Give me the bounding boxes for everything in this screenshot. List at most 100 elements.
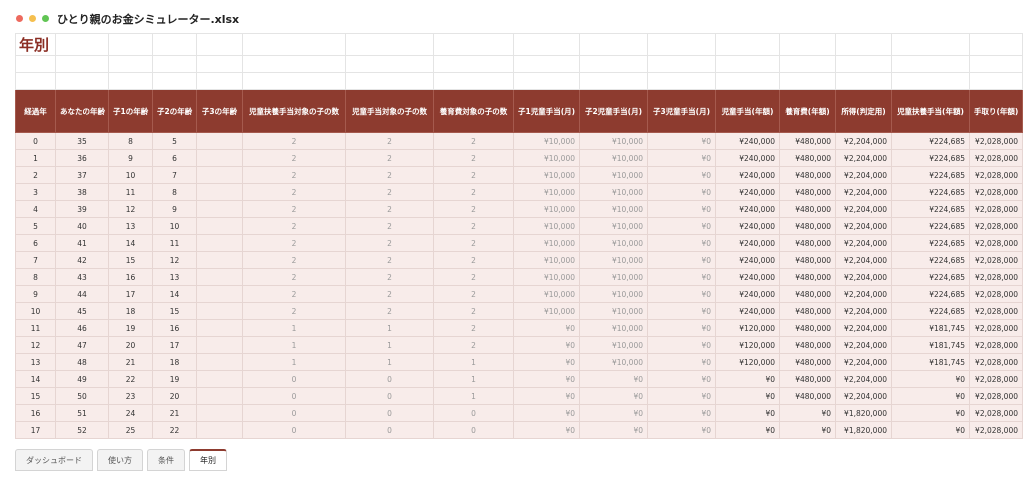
- table-cell[interactable]: ¥0: [647, 217, 716, 235]
- table-cell[interactable]: ¥224,685: [891, 217, 970, 235]
- table-cell[interactable]: 0: [15, 132, 56, 150]
- table-cell[interactable]: 0: [345, 370, 434, 388]
- table-cell[interactable]: ¥240,000: [715, 234, 780, 252]
- table-cell[interactable]: 2: [433, 251, 514, 269]
- table-cell[interactable]: 18: [152, 353, 197, 371]
- table-cell[interactable]: ¥480,000: [779, 370, 836, 388]
- column-header[interactable]: 児童扶養手当(年額): [891, 89, 970, 133]
- table-cell[interactable]: 21: [152, 404, 197, 422]
- table-cell[interactable]: 5: [152, 132, 197, 150]
- column-header[interactable]: 子3の年齢: [196, 89, 243, 133]
- table-cell[interactable]: ¥2,028,000: [969, 353, 1023, 371]
- table-cell[interactable]: ¥120,000: [715, 319, 780, 337]
- table-cell[interactable]: 43: [55, 268, 109, 286]
- table-cell[interactable]: ¥10,000: [579, 132, 648, 150]
- table-cell[interactable]: ¥0: [715, 421, 780, 439]
- table-cell[interactable]: 5: [15, 217, 56, 235]
- table-cell[interactable]: ¥2,204,000: [835, 234, 892, 252]
- table-cell[interactable]: 38: [55, 183, 109, 201]
- table-cell[interactable]: ¥2,204,000: [835, 183, 892, 201]
- table-cell[interactable]: 11: [152, 234, 197, 252]
- table-cell[interactable]: [196, 370, 243, 388]
- table-cell[interactable]: ¥1,820,000: [835, 421, 892, 439]
- column-header[interactable]: 経過年: [15, 89, 56, 133]
- table-cell[interactable]: 10: [152, 217, 197, 235]
- table-cell[interactable]: ¥10,000: [579, 302, 648, 320]
- table-cell[interactable]: 52: [55, 421, 109, 439]
- table-cell[interactable]: ¥240,000: [715, 302, 780, 320]
- table-cell[interactable]: 18: [108, 302, 153, 320]
- table-cell[interactable]: [196, 166, 243, 184]
- table-cell[interactable]: 1: [433, 370, 514, 388]
- table-cell[interactable]: ¥0: [513, 353, 580, 371]
- table-cell[interactable]: [196, 132, 243, 150]
- table-cell[interactable]: 2: [433, 149, 514, 167]
- table-cell[interactable]: ¥10,000: [579, 166, 648, 184]
- table-cell[interactable]: ¥224,685: [891, 285, 970, 303]
- table-cell[interactable]: ¥2,204,000: [835, 268, 892, 286]
- sheet-tab[interactable]: 年別: [189, 449, 227, 471]
- table-cell[interactable]: 10: [108, 166, 153, 184]
- table-cell[interactable]: 2: [242, 302, 346, 320]
- table-cell[interactable]: 1: [345, 319, 434, 337]
- column-header[interactable]: 児童手当対象の子の数: [345, 89, 434, 133]
- table-cell[interactable]: 16: [108, 268, 153, 286]
- table-cell[interactable]: ¥2,028,000: [969, 421, 1023, 439]
- table-cell[interactable]: 14: [108, 234, 153, 252]
- table-cell[interactable]: 44: [55, 285, 109, 303]
- column-header[interactable]: 所得(判定用): [835, 89, 892, 133]
- table-cell[interactable]: ¥480,000: [779, 285, 836, 303]
- table-cell[interactable]: ¥0: [891, 387, 970, 405]
- table-cell[interactable]: 1: [433, 387, 514, 405]
- table-cell[interactable]: ¥1,820,000: [835, 404, 892, 422]
- table-cell[interactable]: 23: [108, 387, 153, 405]
- table-cell[interactable]: ¥0: [779, 404, 836, 422]
- table-cell[interactable]: ¥10,000: [513, 149, 580, 167]
- table-cell[interactable]: 0: [345, 404, 434, 422]
- table-cell[interactable]: [196, 421, 243, 439]
- table-cell[interactable]: 24: [108, 404, 153, 422]
- table-cell[interactable]: [196, 268, 243, 286]
- table-cell[interactable]: [196, 336, 243, 354]
- sheet-tab[interactable]: 使い方: [97, 449, 143, 471]
- table-cell[interactable]: [196, 353, 243, 371]
- table-cell[interactable]: 22: [108, 370, 153, 388]
- table-cell[interactable]: 2: [345, 285, 434, 303]
- table-cell[interactable]: ¥224,685: [891, 234, 970, 252]
- table-cell[interactable]: ¥0: [891, 370, 970, 388]
- table-cell[interactable]: 51: [55, 404, 109, 422]
- table-cell[interactable]: 2: [345, 302, 434, 320]
- table-cell[interactable]: ¥2,028,000: [969, 166, 1023, 184]
- close-window-icon[interactable]: [16, 15, 23, 22]
- table-cell[interactable]: ¥480,000: [779, 387, 836, 405]
- table-cell[interactable]: ¥10,000: [513, 285, 580, 303]
- table-cell[interactable]: ¥224,685: [891, 183, 970, 201]
- table-cell[interactable]: ¥480,000: [779, 336, 836, 354]
- table-cell[interactable]: ¥2,028,000: [969, 387, 1023, 405]
- table-cell[interactable]: [196, 387, 243, 405]
- table-cell[interactable]: ¥2,028,000: [969, 370, 1023, 388]
- table-cell[interactable]: ¥240,000: [715, 183, 780, 201]
- table-cell[interactable]: 22: [152, 421, 197, 439]
- table-cell[interactable]: ¥480,000: [779, 251, 836, 269]
- table-cell[interactable]: 19: [152, 370, 197, 388]
- table-cell[interactable]: 0: [242, 370, 346, 388]
- table-cell[interactable]: ¥0: [513, 370, 580, 388]
- table-cell[interactable]: 1: [433, 353, 514, 371]
- table-cell[interactable]: ¥224,685: [891, 149, 970, 167]
- table-cell[interactable]: ¥2,204,000: [835, 302, 892, 320]
- table-cell[interactable]: 2: [433, 268, 514, 286]
- table-cell[interactable]: 7: [15, 251, 56, 269]
- table-cell[interactable]: 2: [345, 183, 434, 201]
- table-cell[interactable]: ¥2,204,000: [835, 285, 892, 303]
- table-cell[interactable]: ¥181,745: [891, 353, 970, 371]
- table-cell[interactable]: ¥0: [647, 353, 716, 371]
- table-cell[interactable]: 17: [15, 421, 56, 439]
- column-header[interactable]: 養育費(年額): [779, 89, 836, 133]
- table-cell[interactable]: 13: [15, 353, 56, 371]
- table-cell[interactable]: 1: [242, 353, 346, 371]
- table-cell[interactable]: 20: [152, 387, 197, 405]
- table-cell[interactable]: 9: [15, 285, 56, 303]
- table-cell[interactable]: ¥10,000: [513, 251, 580, 269]
- column-header[interactable]: 子1児童手当(月): [513, 89, 580, 133]
